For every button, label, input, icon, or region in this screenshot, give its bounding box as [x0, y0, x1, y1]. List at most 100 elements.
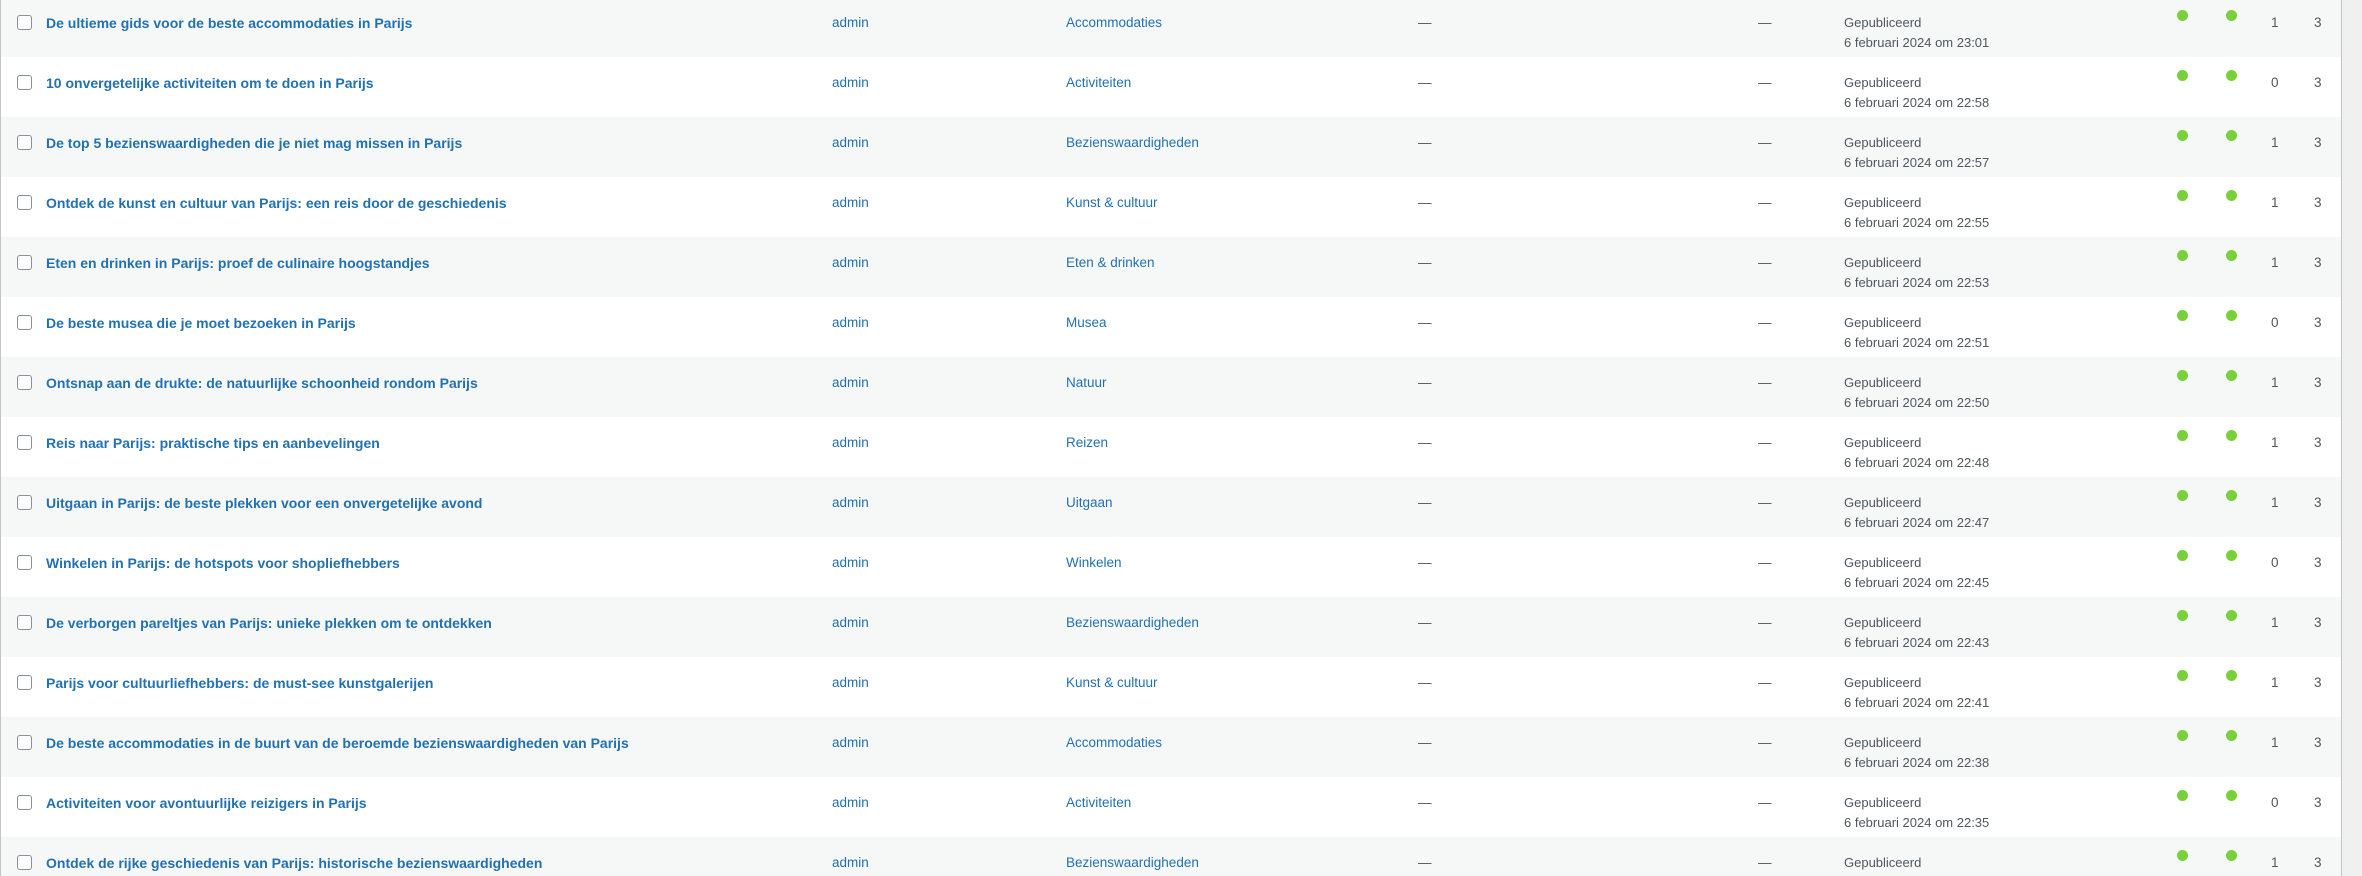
post-comments: — [1758, 375, 1772, 390]
outgoing-links-count: 0 [2271, 315, 2279, 330]
table-row: De beste musea die je moet bezoeken in P… [1, 297, 2341, 357]
table-row: De verborgen pareltjes van Parijs: uniek… [1, 597, 2341, 657]
post-title-link[interactable]: Ontsnap aan de drukte: de natuurlijke sc… [46, 373, 478, 393]
post-tags: — [1418, 735, 1432, 750]
post-title-link[interactable]: Ontdek de rijke geschiedenis van Parijs:… [46, 853, 542, 873]
row-select-checkbox[interactable] [17, 675, 32, 690]
outgoing-links-count: 1 [2271, 495, 2279, 510]
post-category-link[interactable]: Accommodaties [1066, 733, 1162, 753]
post-author-link[interactable]: admin [832, 433, 869, 453]
post-title-link[interactable]: De verborgen pareltjes van Parijs: uniek… [46, 613, 492, 633]
post-title-link[interactable]: Uitgaan in Parijs: de beste plekken voor… [46, 493, 482, 513]
post-status: Gepubliceerd [1844, 495, 1922, 510]
post-comments: — [1758, 495, 1772, 510]
post-author-link[interactable]: admin [832, 13, 869, 33]
post-category-link[interactable]: Bezienswaardigheden [1066, 613, 1199, 633]
outgoing-links-count: 0 [2271, 75, 2279, 90]
post-title-link[interactable]: Winkelen in Parijs: de hotspots voor sho… [46, 553, 400, 573]
post-tags: — [1418, 135, 1432, 150]
table-row: Uitgaan in Parijs: de beste plekken voor… [1, 477, 2341, 537]
scrollbar-track[interactable] [2342, 0, 2362, 876]
post-comments: — [1758, 855, 1772, 870]
readability-score-icon [2226, 430, 2237, 441]
post-category-link[interactable]: Accommodaties [1066, 13, 1162, 33]
row-select-checkbox[interactable] [17, 555, 32, 570]
post-title-link[interactable]: De beste accommodaties in de buurt van d… [46, 733, 629, 753]
post-date: Gepubliceerd 6 februari 2024 om 22:58 [1844, 73, 1989, 112]
post-date-value: 6 februari 2024 om 22:55 [1844, 214, 1990, 230]
row-select-checkbox[interactable] [17, 435, 32, 450]
row-select-checkbox[interactable] [17, 735, 32, 750]
post-category-link[interactable]: Natuur [1066, 373, 1107, 393]
post-category-link[interactable]: Bezienswaardigheden [1066, 853, 1199, 873]
outgoing-links-count: 1 [2271, 135, 2279, 150]
post-author-link[interactable]: admin [832, 133, 869, 153]
row-select-checkbox[interactable] [17, 855, 32, 870]
post-category-link[interactable]: Activiteiten [1066, 73, 1131, 93]
row-select-checkbox[interactable] [17, 255, 32, 270]
post-tags: — [1418, 435, 1432, 450]
seo-score-icon [2177, 70, 2188, 81]
row-select-checkbox[interactable] [17, 615, 32, 630]
table-row: Winkelen in Parijs: de hotspots voor sho… [1, 537, 2341, 597]
post-author-link[interactable]: admin [832, 733, 869, 753]
post-author-link[interactable]: admin [832, 313, 869, 333]
post-category-link[interactable]: Reizen [1066, 433, 1108, 453]
post-author-link[interactable]: admin [832, 373, 869, 393]
table-row: Ontdek de rijke geschiedenis van Parijs:… [1, 837, 2341, 876]
post-category-link[interactable]: Uitgaan [1066, 493, 1113, 513]
post-title-link[interactable]: De ultieme gids voor de beste accommodat… [46, 13, 412, 33]
post-status: Gepubliceerd [1844, 255, 1922, 270]
outgoing-links-count: 1 [2271, 375, 2279, 390]
post-author-link[interactable]: admin [832, 253, 869, 273]
row-select-checkbox[interactable] [17, 15, 32, 30]
post-status: Gepubliceerd [1844, 855, 1922, 870]
post-title-link[interactable]: Ontdek de kunst en cultuur van Parijs: e… [46, 193, 507, 213]
post-title-link[interactable]: 10 onvergetelijke activiteiten om te doe… [46, 73, 374, 93]
post-status: Gepubliceerd [1844, 195, 1922, 210]
post-category-link[interactable]: Kunst & cultuur [1066, 673, 1158, 693]
post-author-link[interactable]: admin [832, 553, 869, 573]
post-author-link[interactable]: admin [832, 73, 869, 93]
row-select-checkbox[interactable] [17, 375, 32, 390]
post-date-value: 6 februari 2024 om 23:01 [1844, 34, 1990, 50]
post-category-link[interactable]: Winkelen [1066, 553, 1122, 573]
post-category-link[interactable]: Musea [1066, 313, 1107, 333]
post-title-link[interactable]: De beste musea die je moet bezoeken in P… [46, 313, 356, 333]
post-title-link[interactable]: De top 5 bezienswaardigheden die je niet… [46, 133, 462, 153]
row-select-checkbox[interactable] [17, 135, 32, 150]
post-category-link[interactable]: Eten & drinken [1066, 253, 1155, 273]
table-row: Ontsnap aan de drukte: de natuurlijke sc… [1, 357, 2341, 417]
post-status: Gepubliceerd [1844, 675, 1922, 690]
post-title-link[interactable]: Parijs voor cultuurliefhebbers: de must-… [46, 673, 433, 693]
row-select-checkbox[interactable] [17, 315, 32, 330]
row-select-checkbox[interactable] [17, 795, 32, 810]
row-select-checkbox[interactable] [17, 195, 32, 210]
post-date: Gepubliceerd 6 februari 2024 om 23:01 [1844, 13, 1989, 52]
post-author-link[interactable]: admin [832, 193, 869, 213]
post-date: Gepubliceerd 6 februari 2024 om 22:53 [1844, 253, 1989, 292]
post-title-link[interactable]: Reis naar Parijs: praktische tips en aan… [46, 433, 380, 453]
post-category-link[interactable]: Activiteiten [1066, 793, 1131, 813]
incoming-links-count: 3 [2314, 555, 2322, 570]
post-category-link[interactable]: Bezienswaardigheden [1066, 133, 1199, 153]
post-date-value: 6 februari 2024 om 22:47 [1844, 514, 1990, 530]
post-date: Gepubliceerd 6 februari 2024 om 22:55 [1844, 193, 1989, 232]
post-date-value: 6 februari 2024 om 22:41 [1844, 694, 1990, 710]
table-row: De beste accommodaties in de buurt van d… [1, 717, 2341, 777]
post-author-link[interactable]: admin [832, 493, 869, 513]
post-author-link[interactable]: admin [832, 613, 869, 633]
post-author-link[interactable]: admin [832, 673, 869, 693]
post-title-link[interactable]: Eten en drinken in Parijs: proef de culi… [46, 253, 430, 273]
post-date-value: 6 februari 2024 om 22:48 [1844, 454, 1990, 470]
post-comments: — [1758, 615, 1772, 630]
post-category-link[interactable]: Kunst & cultuur [1066, 193, 1158, 213]
row-select-checkbox[interactable] [17, 75, 32, 90]
post-date-value: 6 februari 2024 om 22:35 [1844, 814, 1990, 830]
row-select-checkbox[interactable] [17, 495, 32, 510]
post-author-link[interactable]: admin [832, 853, 869, 873]
outgoing-links-count: 1 [2271, 675, 2279, 690]
post-author-link[interactable]: admin [832, 793, 869, 813]
post-tags: — [1418, 195, 1432, 210]
post-title-link[interactable]: Activiteiten voor avontuurlijke reiziger… [46, 793, 367, 813]
